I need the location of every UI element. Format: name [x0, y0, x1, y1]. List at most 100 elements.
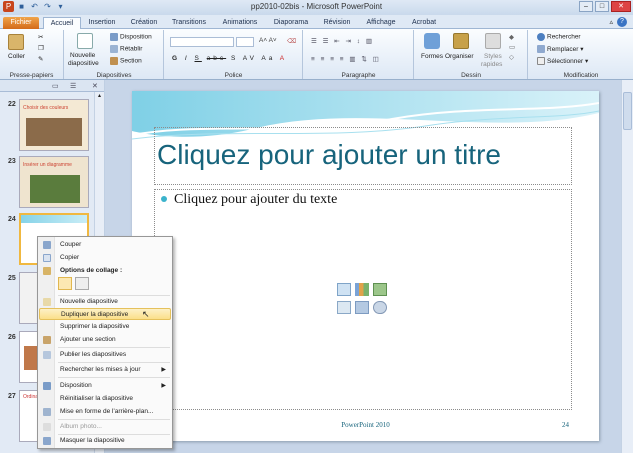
arrange-icon[interactable] [453, 33, 469, 49]
slide-number: 26 [8, 334, 16, 341]
tab-insert[interactable]: Insertion [84, 17, 120, 29]
menu-item-label: Copier [60, 254, 80, 261]
slide-thumbnail-22[interactable]: Choisir des couleurs [19, 99, 89, 151]
tab-slideshow[interactable]: Diaporama [271, 17, 311, 29]
insert-clipart-icon[interactable] [355, 301, 369, 314]
main-scroll-thumb[interactable] [623, 92, 632, 130]
grow-font-icon[interactable]: A˄ A˅ [259, 37, 277, 44]
font-group-label: Police [224, 72, 243, 79]
quick-styles-label-2[interactable]: rapides [481, 61, 502, 68]
slide-number: 25 [8, 275, 16, 282]
close-button[interactable]: ✕ [611, 1, 631, 12]
outline-tab-icon[interactable]: ☰ [70, 82, 76, 90]
format-painter-icon[interactable]: ✎ [38, 55, 43, 63]
arrange-button[interactable]: Organiser [445, 53, 474, 60]
menu-item-add-section[interactable]: Ajouter une section [39, 334, 171, 346]
font-group: A˄ A˅ ⌫ G I S abc S AV Aa A Police [165, 30, 303, 79]
menu-item-label: Disposition [60, 382, 92, 389]
maximize-button[interactable]: □ [595, 1, 609, 12]
menu-item-format-background[interactable]: Mise en forme de l'arrière-plan... [39, 406, 171, 418]
shape-fill-outline-effects-icon[interactable]: ◆ ▭ ◇ [509, 33, 515, 63]
title-placeholder-text: Cliquez pour ajouter un titre [157, 139, 501, 170]
font-family-combo[interactable] [170, 37, 234, 47]
menu-item-new-slide[interactable]: Nouvelle diapositive [39, 296, 171, 308]
menu-item-hide-slide[interactable]: Masquer la diapositive [39, 435, 171, 447]
editing-group-label: Modification [563, 72, 599, 79]
main-scrollbar[interactable] [621, 80, 633, 453]
alignment-buttons[interactable]: ≡ ≡ ≡ ≡ ▥ ⇅ ◫ [311, 55, 381, 63]
minimize-ribbon-icon[interactable]: ▵ [609, 18, 613, 26]
menu-item-copy[interactable]: Copier [39, 252, 171, 264]
tab-file[interactable]: Fichier [3, 17, 39, 29]
menu-item-check-updates[interactable]: Rechercher les mises à jour ▶ [39, 364, 171, 376]
minimize-button[interactable]: – [579, 1, 593, 12]
paragraph-group: ☰ ☰ ⇤ ⇥ ↕ ▥ ≡ ≡ ≡ ≡ ▥ ⇅ ◫ Paragraphe [304, 30, 414, 79]
copy-icon [43, 254, 51, 262]
menu-item-duplicate-slide[interactable]: Dupliquer la diapositive ↖ [39, 308, 171, 320]
menu-item-publish-slides[interactable]: Publier les diapositives [39, 349, 171, 361]
slide-footer: PowerPoint 2010 [341, 421, 390, 429]
slide-number: 23 [8, 158, 16, 165]
mouse-cursor-icon: ↖ [142, 309, 150, 319]
tab-animations[interactable]: Animations [219, 17, 261, 29]
reset-button[interactable]: Rétablir [120, 46, 142, 53]
new-slide-label-1[interactable]: Nouvelle [70, 52, 95, 59]
new-slide-icon [43, 298, 51, 306]
thumbnail-header [21, 215, 87, 223]
slides-tab-icon[interactable]: ▭ [52, 82, 59, 90]
submenu-arrow-icon: ▶ [161, 383, 166, 389]
slide-thumbnail-23[interactable]: Insérer un diagramme [19, 156, 89, 208]
tab-design[interactable]: Création [126, 17, 162, 29]
quick-styles-icon[interactable] [485, 33, 501, 49]
ribbon-tabs: Fichier Accueil Insertion Création Trans… [0, 15, 633, 30]
select-button[interactable]: Sélectionner [547, 58, 583, 65]
quick-styles-label-1[interactable]: Styles [484, 53, 502, 60]
list-buttons[interactable]: ☰ ☰ ⇤ ⇥ ↕ ▥ [311, 37, 374, 45]
title-placeholder[interactable]: Cliquez pour ajouter un titre [154, 127, 572, 185]
menu-item-cut[interactable]: Couper [39, 239, 171, 251]
insert-chart-icon[interactable] [355, 283, 369, 296]
close-panel-icon[interactable]: ✕ [92, 82, 98, 90]
insert-table-icon[interactable] [337, 283, 351, 296]
paste-picture-button[interactable] [75, 277, 89, 290]
tab-acrobat[interactable]: Acrobat [408, 17, 440, 29]
menu-item-delete-slide[interactable]: Supprimer la diapositive [39, 321, 171, 333]
new-slide-icon[interactable] [77, 33, 93, 49]
section-button[interactable]: Section [120, 58, 142, 65]
replace-icon [537, 45, 545, 54]
layout-icon [110, 33, 118, 41]
current-slide[interactable]: Cliquez pour ajouter un titre Cliquez po… [132, 91, 599, 441]
publish-icon [43, 351, 51, 359]
cut-icon[interactable]: ✂ [38, 33, 43, 41]
font-style-buttons[interactable]: G I S abc S AV Aa A [172, 55, 287, 62]
scroll-up-icon[interactable]: ▴ [96, 92, 103, 102]
menu-item-label: Publier les diapositives [60, 351, 127, 358]
slide-number: 24 [8, 216, 16, 223]
layout-button[interactable]: Disposition [120, 34, 152, 41]
shapes-button[interactable]: Formes [421, 53, 443, 60]
insert-picture-icon[interactable] [337, 301, 351, 314]
paste-keep-formatting-button[interactable] [58, 277, 72, 290]
font-size-combo[interactable] [236, 37, 254, 47]
insert-media-icon[interactable] [373, 301, 387, 314]
clear-format-icon[interactable]: ⌫ [287, 37, 296, 45]
content-placeholder[interactable]: Cliquez pour ajouter du texte [154, 189, 572, 410]
help-icon[interactable]: ? [617, 17, 627, 27]
select-icon [537, 57, 545, 66]
tab-review[interactable]: Révision [320, 17, 354, 29]
insert-smartart-icon[interactable] [373, 283, 387, 296]
shapes-icon[interactable] [424, 33, 440, 49]
menu-item-label: Couper [60, 241, 82, 248]
replace-button[interactable]: Remplacer [547, 46, 578, 53]
new-slide-label-2[interactable]: diapositive [68, 60, 99, 67]
copy-icon[interactable]: ❐ [38, 44, 44, 52]
menu-separator [58, 362, 170, 363]
tab-transitions[interactable]: Transitions [167, 17, 211, 29]
find-button[interactable]: Rechercher [547, 34, 581, 41]
menu-item-reset-slide[interactable]: Réinitialiser la diapositive [39, 393, 171, 405]
tab-view[interactable]: Affichage [363, 17, 399, 29]
menu-item-layout[interactable]: Disposition ▶ [39, 380, 171, 392]
panel-tabs: ▭ ☰ ✕ [0, 80, 104, 92]
paste-button[interactable]: Coller [8, 53, 25, 60]
paste-icon[interactable] [8, 34, 24, 50]
